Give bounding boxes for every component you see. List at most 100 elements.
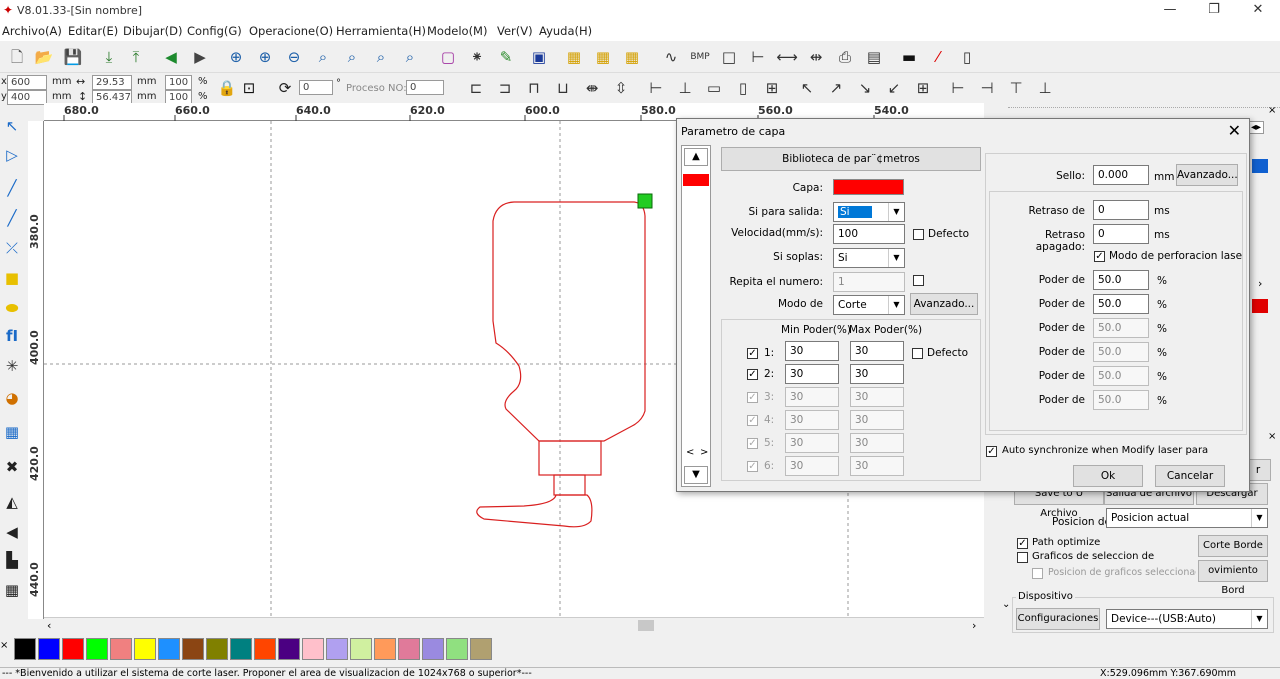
retraso-apagado-input[interactable]: 0	[1093, 224, 1149, 244]
width-input[interactable]: 29.53	[92, 75, 132, 90]
scroll-left-icon[interactable]: ‹	[47, 619, 51, 632]
zoom-fit-icon[interactable]: ⌕	[341, 46, 363, 68]
posicion-graficos-checkbox[interactable]	[1032, 568, 1043, 579]
avanzado-button[interactable]: Avanzado...	[910, 293, 978, 315]
top-edge-icon[interactable]: ⊤	[1005, 77, 1027, 99]
bitmap-icon[interactable]: ◕	[1, 387, 23, 409]
pen-icon[interactable]: ✎	[495, 46, 517, 68]
palette-swatch[interactable]	[350, 638, 372, 660]
top-left-icon[interactable]: ↖	[796, 77, 818, 99]
tab-scroll-icon[interactable]: ◂▸	[1248, 121, 1265, 134]
power2-min-input[interactable]: 30	[785, 364, 839, 384]
palette-swatch[interactable]	[86, 638, 108, 660]
palette-swatch[interactable]	[374, 638, 396, 660]
redo-icon[interactable]: ▶	[189, 46, 211, 68]
rectangle-icon[interactable]: ■	[1, 267, 23, 289]
layer-row-selected[interactable]	[1252, 159, 1268, 173]
palette-swatch[interactable]	[470, 638, 492, 660]
repita-input[interactable]: 1	[833, 272, 905, 292]
modo-select[interactable]: Corte ▼	[833, 295, 905, 315]
node-edit-icon[interactable]: ▷	[1, 144, 23, 166]
right-edge-icon[interactable]: ⊣	[976, 77, 998, 99]
sello-avanzado-button[interactable]: Avanzado...	[1176, 164, 1238, 186]
palette-swatch[interactable]	[326, 638, 348, 660]
palette-swatch[interactable]	[110, 638, 132, 660]
zoom-window-icon[interactable]: ⌕	[399, 46, 421, 68]
center-icon[interactable]: ⊡	[238, 77, 260, 99]
repita-checkbox[interactable]	[913, 275, 924, 286]
palette-swatch[interactable]	[302, 638, 324, 660]
graficos-checkbox[interactable]	[1017, 552, 1028, 563]
array-icon[interactable]: ▦	[563, 46, 585, 68]
movimiento-borde-button[interactable]: ovimiento Bord	[1198, 560, 1268, 596]
palette-swatch[interactable]	[38, 638, 60, 660]
menu-modelo[interactable]: Modelo(M)	[427, 24, 487, 38]
dialog-close-icon[interactable]: ✕	[1228, 121, 1241, 140]
panel2-close-icon[interactable]: ×	[1268, 431, 1276, 442]
array-tool-icon[interactable]: ▦	[1, 579, 23, 601]
tree-icon[interactable]: ⊢	[747, 46, 769, 68]
menu-archivo[interactable]: Archivo(A)	[2, 24, 62, 38]
ruler-icon[interactable]: ▯	[956, 46, 978, 68]
power4-min-input[interactable]: 30	[785, 410, 839, 430]
maximize-button[interactable]: ❐	[1192, 0, 1236, 21]
palette-swatch[interactable]	[254, 638, 276, 660]
mirror-v-icon[interactable]: ◀	[1, 521, 23, 543]
poder-input-4[interactable]: 50.0	[1093, 342, 1149, 362]
defecto-checkbox[interactable]	[913, 229, 924, 240]
new-file-icon[interactable]: 🗋	[6, 46, 28, 68]
rotate-tool-icon[interactable]: ▙	[1, 549, 23, 571]
bottle-body-shape[interactable]	[492, 201, 646, 442]
power6-checkbox[interactable]: ✓	[747, 461, 758, 472]
power3-checkbox[interactable]: ✓	[747, 392, 758, 403]
modo-perforacion-checkbox[interactable]: ✓	[1094, 251, 1105, 262]
zoom-out-icon[interactable]: ⊖	[283, 46, 305, 68]
import-icon[interactable]: ⤓	[98, 46, 120, 68]
poder-input-1[interactable]: 50.0	[1093, 270, 1149, 290]
library-button[interactable]: Biblioteca de par¨¢metros	[721, 147, 981, 171]
power5-min-input[interactable]: 30	[785, 433, 839, 453]
scroll-thumb[interactable]	[638, 620, 654, 631]
ok-button[interactable]: Ok	[1073, 465, 1143, 487]
text-icon[interactable]: fI	[1, 325, 23, 347]
dot-icon[interactable]: ✳	[1, 355, 23, 377]
scroll-right-icon[interactable]: ›	[972, 619, 976, 632]
zoom-page-icon[interactable]: ⌕	[312, 46, 334, 68]
scale-w-input[interactable]: 100	[165, 75, 192, 90]
rotate-input[interactable]: 0	[299, 80, 333, 95]
menu-herramienta[interactable]: Herramienta(H)	[336, 24, 426, 38]
align-hcenter-icon[interactable]: ⇼	[581, 77, 603, 99]
palette-swatch[interactable]	[230, 638, 252, 660]
device-select[interactable]: Device---(USB:Auto) ▼	[1106, 609, 1268, 629]
printer-icon[interactable]: ⎙	[834, 46, 856, 68]
left-edge-icon[interactable]: ⊢	[947, 77, 969, 99]
expand-icon[interactable]: ›	[1258, 277, 1262, 290]
power6-min-input[interactable]: 30	[785, 456, 839, 476]
menu-operaciones[interactable]: Operacione(O)	[249, 24, 333, 38]
defecto2-checkbox[interactable]	[912, 348, 923, 359]
same-size2-icon[interactable]: ▯	[732, 77, 754, 99]
power1-max-input[interactable]: 30	[850, 341, 904, 361]
top-right-icon[interactable]: ↗	[825, 77, 847, 99]
panel-icon[interactable]: ▤	[863, 46, 885, 68]
proceso-input[interactable]: 0	[406, 80, 444, 95]
monitor-icon[interactable]: ▣	[528, 46, 550, 68]
posicion-select[interactable]: Posicion actual ▼	[1106, 508, 1268, 528]
power5-checkbox[interactable]: ✓	[747, 438, 758, 449]
layer-down-button[interactable]: ▼	[684, 466, 708, 484]
curve-draw-icon[interactable]: ⤫	[1, 237, 23, 259]
frame-icon[interactable]: □	[718, 46, 740, 68]
menu-ver[interactable]: Ver(V)	[497, 24, 533, 38]
delete-icon[interactable]: ✖	[1, 456, 23, 478]
x-input[interactable]: 600	[7, 75, 47, 90]
zoom-plus-icon[interactable]: ⊕	[254, 46, 276, 68]
hspace2-icon[interactable]: ⇹	[805, 46, 827, 68]
retraso-de-input[interactable]: 0	[1093, 200, 1149, 220]
corte-borde-button[interactable]: Corte Borde	[1198, 535, 1268, 557]
select-icon[interactable]: ↖	[1, 115, 23, 137]
zoom-in-icon[interactable]: ⊕	[225, 46, 247, 68]
power1-min-input[interactable]: 30	[785, 341, 839, 361]
power2-checkbox[interactable]: ✓	[747, 369, 758, 380]
same-size-icon[interactable]: ▭	[703, 77, 725, 99]
palette-swatch[interactable]	[422, 638, 444, 660]
